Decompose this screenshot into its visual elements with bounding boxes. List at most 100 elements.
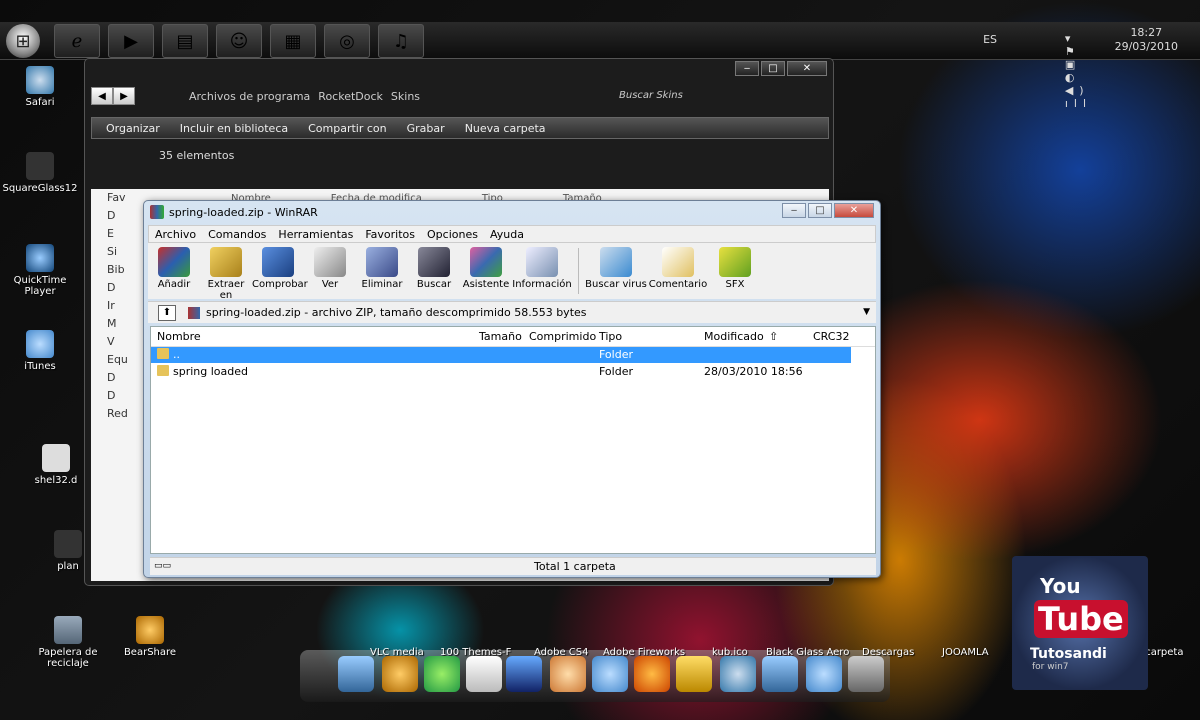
- itunes-icon[interactable]: ♫: [378, 24, 424, 58]
- file-list[interactable]: Nombre Tamaño Comprimido Tipo Modificado…: [150, 326, 876, 554]
- minimize-button[interactable]: ‒: [782, 203, 806, 218]
- menu-ayuda[interactable]: Ayuda: [484, 228, 530, 241]
- find-button[interactable]: Buscar: [408, 243, 460, 290]
- clock-date: 29/03/2010: [1114, 40, 1178, 53]
- font-a-icon[interactable]: [466, 656, 502, 692]
- itunes-icon[interactable]: [592, 656, 628, 692]
- safari-icon[interactable]: ◎: [324, 24, 370, 58]
- menu-archivo[interactable]: Archivo: [149, 228, 202, 241]
- binoculars-icon: [418, 247, 450, 277]
- drive-key-icon[interactable]: ▭▭: [154, 561, 171, 571]
- itunes-icon[interactable]: [806, 656, 842, 692]
- col-type[interactable]: Tipo: [599, 330, 622, 343]
- delete-icon: [366, 247, 398, 277]
- share-button[interactable]: Compartir con: [308, 122, 387, 135]
- winrar-window[interactable]: spring-loaded.zip - WinRAR ‒ □ ✕ Archivo…: [143, 200, 881, 578]
- info-button[interactable]: Información: [512, 243, 572, 290]
- table-row[interactable]: .. Folder: [151, 347, 851, 363]
- toolbar-separator: [578, 248, 579, 294]
- col-crc32[interactable]: CRC32: [813, 330, 849, 343]
- file-icon[interactable]: [848, 656, 884, 692]
- minimize-button[interactable]: ‒: [735, 61, 759, 76]
- winrar-icon: [150, 205, 164, 219]
- table-row[interactable]: spring loaded Folder 28/03/2010 18:56: [151, 364, 851, 380]
- firefox-icon[interactable]: [634, 656, 670, 692]
- download-icon[interactable]: [338, 656, 374, 692]
- language-indicator[interactable]: ES: [983, 33, 997, 46]
- comment-button[interactable]: Comentario: [647, 243, 709, 290]
- view-button[interactable]: Ver: [304, 243, 356, 290]
- menu-opciones[interactable]: Opciones: [421, 228, 484, 241]
- desktop-icon-safari[interactable]: Safari: [0, 66, 80, 108]
- desktop-icon-recycle-bin[interactable]: Papelera de reciclaje: [28, 616, 108, 669]
- file-icon: [54, 530, 82, 558]
- safari-icon: [26, 66, 54, 94]
- start-button[interactable]: ⊞: [6, 24, 40, 58]
- quicktime-icon: [26, 244, 54, 272]
- navigation-pane[interactable]: Fav D E Si Bib D Ir M V Equ D D Red: [91, 189, 141, 581]
- delete-button[interactable]: Eliminar: [356, 243, 408, 290]
- messenger-icon[interactable]: ☺: [216, 24, 262, 58]
- add-button[interactable]: Añadir: [148, 243, 200, 290]
- close-button[interactable]: ✕: [787, 61, 827, 76]
- col-name[interactable]: Nombre: [157, 330, 201, 343]
- path-bar: ⬆ spring-loaded.zip - archivo ZIP, tamañ…: [148, 301, 876, 323]
- windows-logo-icon: ⊞: [15, 30, 31, 52]
- col-size[interactable]: Tamaño: [479, 330, 522, 343]
- spotify-icon[interactable]: [424, 656, 460, 692]
- dock-label[interactable]: JOOAMLA: [942, 647, 989, 658]
- up-folder-button[interactable]: ⬆: [158, 304, 176, 321]
- palette-icon[interactable]: [550, 656, 586, 692]
- chevron-down-icon[interactable]: ▼: [863, 307, 870, 317]
- clock[interactable]: 18:27 29/03/2010: [1115, 26, 1178, 54]
- view-icon: [314, 247, 346, 277]
- desktop-icon-quicktime[interactable]: QuickTime Player: [0, 244, 80, 297]
- burn-button[interactable]: Grabar: [407, 122, 445, 135]
- info-icon: [526, 247, 558, 277]
- maximize-button[interactable]: □: [761, 61, 785, 76]
- col-modified[interactable]: Modificado: [704, 330, 764, 343]
- archive-path[interactable]: spring-loaded.zip - archivo ZIP, tamaño …: [206, 306, 587, 319]
- winrar-icon[interactable]: ▦: [270, 24, 316, 58]
- col-compressed[interactable]: Comprimido: [529, 330, 596, 343]
- breadcrumb[interactable]: Archivos de programa RocketDock Skins: [189, 90, 420, 103]
- downloads-icon[interactable]: [762, 656, 798, 692]
- clock-time: 18:27: [1130, 26, 1163, 39]
- explorer-icon[interactable]: ▤: [162, 24, 208, 58]
- new-folder-button[interactable]: Nueva carpeta: [465, 122, 546, 135]
- fireworks-icon[interactable]: [676, 656, 712, 692]
- maximize-button[interactable]: □: [808, 203, 832, 218]
- tray-icons[interactable]: ▾ ⚑ ▣ ◐ ◀) ıll: [1065, 32, 1092, 110]
- menu-comandos[interactable]: Comandos: [202, 228, 272, 241]
- back-button[interactable]: ◀: [91, 87, 113, 105]
- itunes-icon: [26, 330, 54, 358]
- close-button[interactable]: ✕: [834, 203, 874, 218]
- menu-favoritos[interactable]: Favoritos: [359, 228, 421, 241]
- extract-button[interactable]: Extraer en: [200, 243, 252, 301]
- virus-scan-button[interactable]: Buscar virus: [585, 243, 647, 290]
- wizard-button[interactable]: Asistente: [460, 243, 512, 290]
- forward-button[interactable]: ▶: [113, 87, 135, 105]
- monitor-icon[interactable]: [506, 656, 542, 692]
- ie-icon[interactable]: ℯ: [54, 24, 100, 58]
- status-bar: ▭▭ Total 1 carpeta: [150, 557, 876, 575]
- desktop-icon-itunes[interactable]: iTunes: [0, 330, 80, 372]
- test-button[interactable]: Comprobar: [252, 243, 308, 290]
- search-input[interactable]: Buscar Skins: [619, 90, 683, 101]
- menu-bar: Archivo Comandos Herramientas Favoritos …: [148, 225, 876, 243]
- window-title: spring-loaded.zip - WinRAR: [169, 205, 318, 219]
- status-text: Total 1 carpeta: [534, 560, 616, 573]
- window-controls: ‒ □ ✕: [782, 203, 874, 218]
- media-player-icon[interactable]: ▶: [108, 24, 154, 58]
- sfx-button[interactable]: SFX: [709, 243, 761, 290]
- include-library-button[interactable]: Incluir en biblioteca: [180, 122, 288, 135]
- bearshare-icon[interactable]: [382, 656, 418, 692]
- desktop-icon-bearshare[interactable]: BearShare: [110, 616, 190, 658]
- desktop-icon-squareglass[interactable]: SquareGlass12: [0, 152, 80, 194]
- organize-button[interactable]: Organizar: [106, 122, 160, 135]
- desktop-icon-shel32[interactable]: shel32.d: [26, 444, 86, 486]
- bearshare-icon: [136, 616, 164, 644]
- menu-herramientas[interactable]: Herramientas: [272, 228, 359, 241]
- test-icon: [262, 247, 294, 277]
- safari-icon[interactable]: [720, 656, 756, 692]
